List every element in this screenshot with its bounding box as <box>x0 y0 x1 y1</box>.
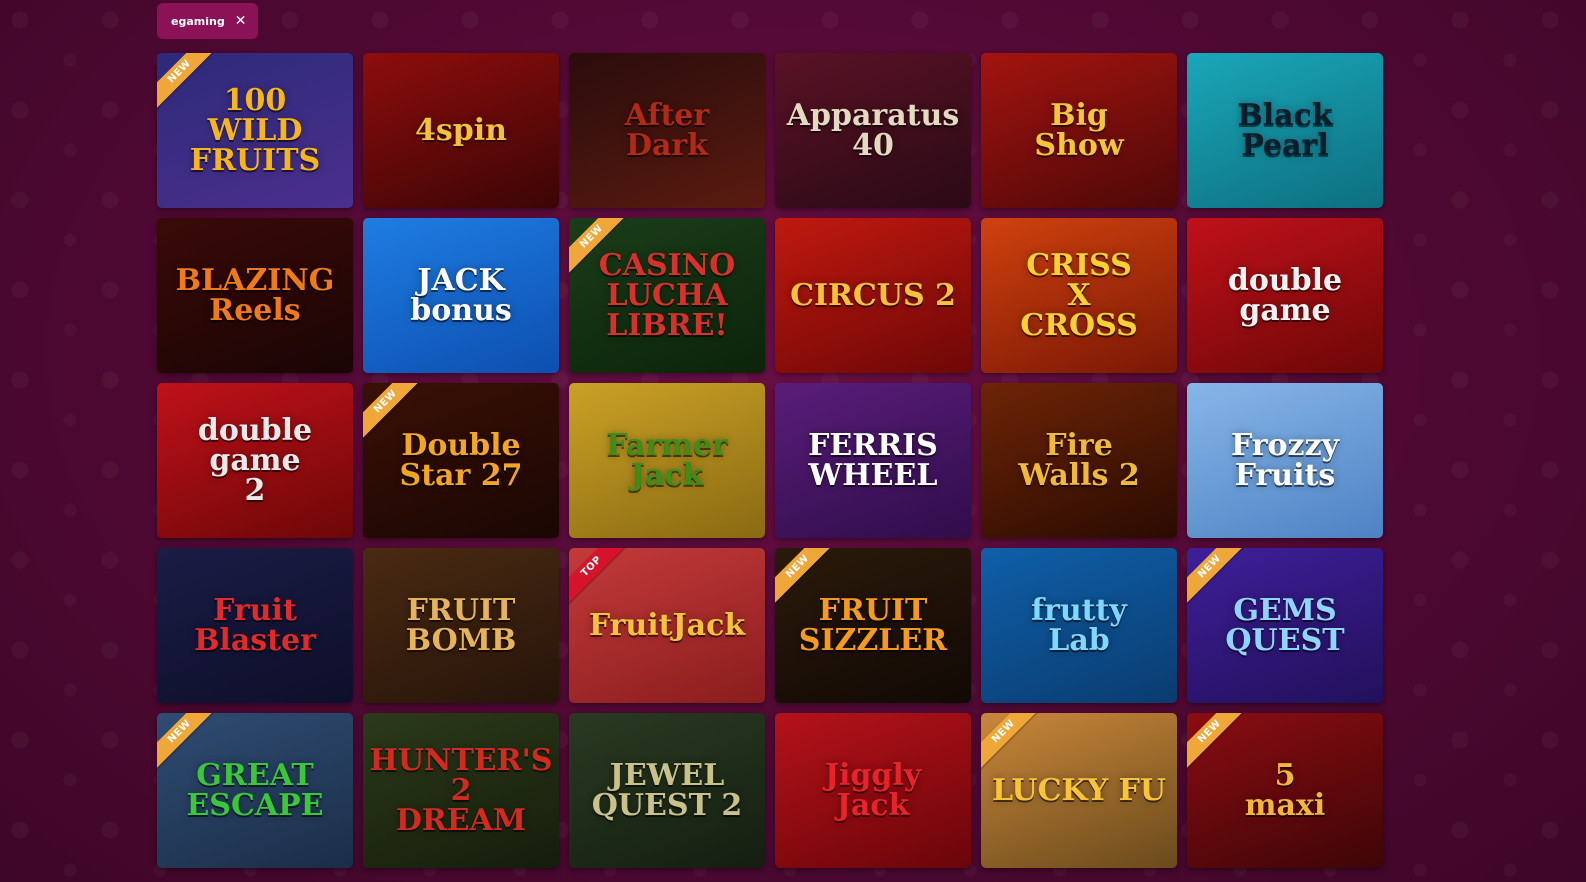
game-tile[interactable]: BLAZING Reels <box>157 218 353 373</box>
game-title: CASINO LUCHA LIBRE! <box>598 247 736 343</box>
game-tile[interactable]: GREAT ESCAPE NEW <box>157 713 353 868</box>
game-title: FERRIS WHEEL <box>808 427 938 493</box>
game-tile[interactable]: LUCKY FU NEW <box>981 713 1177 868</box>
game-title: Fire Walls 2 <box>1018 427 1140 493</box>
game-tile[interactable]: JEWEL QUEST 2 <box>569 713 765 868</box>
game-title: Frozzy Fruits <box>1230 427 1340 493</box>
provider-filter-chip[interactable]: egaming ✕ <box>157 3 259 39</box>
game-tile[interactable]: Farmer Jack <box>569 383 765 538</box>
game-badge: NEW <box>981 713 1043 771</box>
game-tile[interactable]: Apparatus 40 <box>775 53 971 208</box>
game-tile[interactable]: Frozzy Fruits <box>1187 383 1383 538</box>
game-title: 4spin <box>415 112 507 148</box>
game-tile[interactable]: FERRIS WHEEL <box>775 383 971 538</box>
game-title: GEMS QUEST <box>1225 592 1345 658</box>
close-icon[interactable]: ✕ <box>235 13 247 29</box>
game-title: Double Star 27 <box>399 427 523 493</box>
game-tile[interactable]: After Dark <box>569 53 765 208</box>
game-title: HUNTER'S 2 DREAM <box>369 742 553 838</box>
game-tile[interactable]: FRUIT BOMB <box>363 548 559 703</box>
game-tile[interactable]: Jiggly Jack <box>775 713 971 868</box>
game-tile[interactable]: CIRCUS 2 <box>775 218 971 373</box>
game-tile[interactable]: CASINO LUCHA LIBRE! NEW <box>569 218 765 373</box>
game-grid: 100 WILD FRUITS NEW 4spin After Dark Apparat… <box>157 53 1383 868</box>
game-tile[interactable]: Fruit Blaster <box>157 548 353 703</box>
game-tile[interactable]: frutty Lab <box>981 548 1177 703</box>
game-title: 100 WILD FRUITS <box>189 82 321 178</box>
game-tile[interactable]: HUNTER'S 2 DREAM <box>363 713 559 868</box>
game-tile[interactable]: double game 2 <box>157 383 353 538</box>
game-title: FRUIT SIZZLER <box>798 592 948 658</box>
filter-chip-label: egaming <box>171 14 225 28</box>
game-title: JEWEL QUEST 2 <box>591 757 743 823</box>
game-tile[interactable]: 100 WILD FRUITS NEW <box>157 53 353 208</box>
game-title: Black Pearl <box>1237 97 1333 163</box>
game-title: 5 maxi <box>1244 757 1326 823</box>
game-tile[interactable]: double game <box>1187 218 1383 373</box>
game-tile[interactable]: Fire Walls 2 <box>981 383 1177 538</box>
game-title: Farmer Jack <box>606 427 728 493</box>
game-title: JACK bonus <box>410 262 512 328</box>
game-badge: TOP <box>569 548 631 606</box>
game-title: CIRCUS 2 <box>790 277 956 313</box>
game-tile[interactable]: Big Show <box>981 53 1177 208</box>
game-title: Jiggly Jack <box>824 757 922 823</box>
game-tile[interactable]: FruitJack TOP <box>569 548 765 703</box>
game-tile[interactable]: CRISS X CROSS <box>981 218 1177 373</box>
game-title: Big Show <box>1034 97 1124 163</box>
game-title: double game 2 <box>197 412 313 508</box>
game-title: Fruit Blaster <box>194 592 316 658</box>
game-tile[interactable]: 4spin <box>363 53 559 208</box>
game-title: frutty Lab <box>1031 592 1127 658</box>
game-tile[interactable]: JACK bonus <box>363 218 559 373</box>
game-title: FruitJack <box>588 607 746 643</box>
game-tile[interactable]: GEMS QUEST NEW <box>1187 548 1383 703</box>
game-title: LUCKY FU <box>991 772 1167 808</box>
game-tile[interactable]: Black Pearl <box>1187 53 1383 208</box>
game-tile[interactable]: FRUIT SIZZLER NEW <box>775 548 971 703</box>
game-title: double game <box>1227 262 1343 328</box>
game-title: Apparatus 40 <box>786 97 960 163</box>
game-title: BLAZING Reels <box>175 262 335 328</box>
game-tile[interactable]: Double Star 27 NEW <box>363 383 559 538</box>
game-title: FRUIT BOMB <box>405 592 517 658</box>
game-tile[interactable]: 5 maxi NEW <box>1187 713 1383 868</box>
game-title: GREAT ESCAPE <box>186 757 324 823</box>
game-title: CRISS X CROSS <box>1020 247 1138 343</box>
game-title: After Dark <box>624 97 710 163</box>
